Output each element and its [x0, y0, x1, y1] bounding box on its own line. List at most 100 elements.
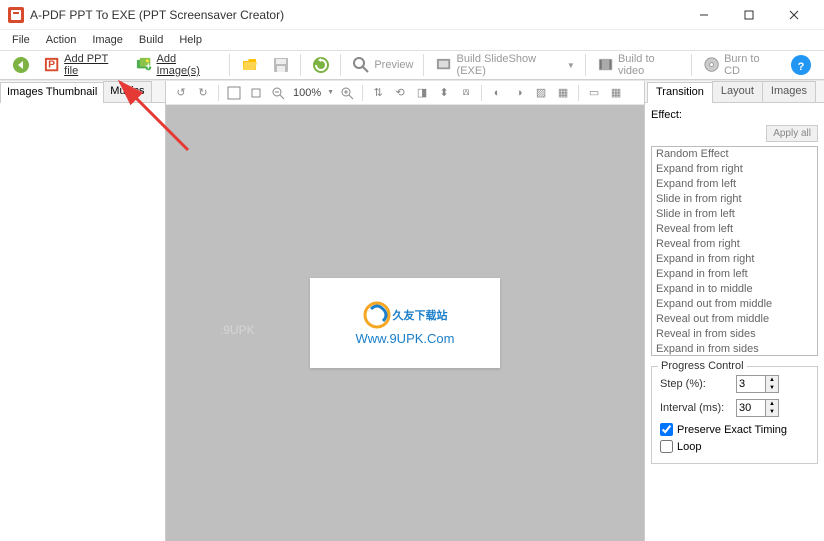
- separator: [578, 85, 579, 101]
- rotate-left-button[interactable]: ↺: [172, 84, 190, 102]
- effect-item[interactable]: Expand from left: [652, 177, 817, 192]
- right-panel: Transition Layout Images Effect: Apply a…: [644, 81, 824, 541]
- loop-label: Loop: [677, 441, 701, 453]
- step-up-icon[interactable]: ▲: [766, 376, 778, 384]
- toolbar-separator: [340, 54, 342, 76]
- separator: [481, 85, 482, 101]
- images-icon: +: [135, 56, 152, 74]
- effect-item[interactable]: Slide in from right: [652, 192, 817, 207]
- dropdown-arrow-icon: ▼: [567, 61, 575, 70]
- apply-all-button[interactable]: Apply all: [766, 125, 818, 142]
- loop-checkbox[interactable]: [660, 440, 673, 453]
- effect-item[interactable]: Slide in from left: [652, 207, 817, 222]
- effect-item[interactable]: Expand out from middle: [652, 297, 817, 312]
- tab-images[interactable]: Images: [762, 81, 816, 102]
- video-icon: [597, 56, 614, 74]
- logo-text: 久友下载站: [363, 301, 448, 329]
- zoom-in-button[interactable]: [338, 84, 356, 102]
- logo-placeholder: 久友下载站 Www.9UPK.Com: [310, 278, 500, 368]
- add-ppt-label: Add PPT file: [64, 53, 122, 77]
- canvas[interactable]: .9UPK 久友下载站 Www.9UPK.Com: [166, 105, 644, 541]
- effect-label: Effect:: [651, 109, 682, 121]
- tab-layout[interactable]: Layout: [712, 81, 763, 102]
- minimize-button[interactable]: [681, 1, 726, 29]
- effect-item[interactable]: Reveal in from sides: [652, 327, 817, 342]
- effect-item[interactable]: Random Effect: [652, 147, 817, 162]
- menu-build[interactable]: Build: [131, 32, 171, 48]
- actual-size-button[interactable]: [247, 84, 265, 102]
- close-button[interactable]: [771, 1, 816, 29]
- zoom-dropdown-icon[interactable]: ▼: [327, 89, 334, 96]
- open-button[interactable]: [235, 53, 265, 77]
- preserve-timing-label: Preserve Exact Timing: [677, 424, 787, 436]
- ppt-icon: P: [43, 56, 60, 74]
- preview-label: Preview: [374, 59, 413, 71]
- effect-item[interactable]: Reveal out from middle: [652, 312, 817, 327]
- toolbar-separator: [691, 54, 693, 76]
- logo-globe-icon: [363, 301, 391, 329]
- toolbar-separator: [300, 54, 302, 76]
- effect-item[interactable]: Expand in to middle: [652, 282, 817, 297]
- preserve-timing-checkbox[interactable]: [660, 423, 673, 436]
- menu-file[interactable]: File: [4, 32, 38, 48]
- app-icon: [8, 7, 24, 23]
- rotate-right-button[interactable]: ↻: [194, 84, 212, 102]
- maximize-button[interactable]: [726, 1, 771, 29]
- effect-item[interactable]: Expand in from left: [652, 267, 817, 282]
- burn-cd-label: Burn to CD: [724, 53, 776, 77]
- preview-button[interactable]: Preview: [346, 53, 419, 77]
- tool-2[interactable]: ⟲: [391, 84, 409, 102]
- effect-item[interactable]: Reveal from right: [652, 237, 817, 252]
- build-video-label: Build to video: [618, 53, 681, 77]
- fit-button[interactable]: [225, 84, 243, 102]
- tab-images-thumbnail[interactable]: Images Thumbnail: [0, 82, 104, 103]
- transition-panel: Effect: Apply all Random Effect Expand f…: [645, 103, 824, 541]
- contrast-button[interactable]: ◑: [510, 84, 528, 102]
- step-input[interactable]: [736, 375, 766, 393]
- brightness-button[interactable]: ◐: [488, 84, 506, 102]
- zoom-out-button[interactable]: [269, 84, 287, 102]
- progress-control-group: Progress Control Step (%): ▲▼ Interval (…: [651, 366, 818, 464]
- build-video-button[interactable]: Build to video: [591, 50, 687, 80]
- right-tabs: Transition Layout Images: [645, 81, 824, 103]
- effect-list[interactable]: Random Effect Expand from right Expand f…: [651, 146, 818, 356]
- tool-1[interactable]: ⇅: [369, 84, 387, 102]
- step-down-icon[interactable]: ▼: [766, 384, 778, 392]
- tool-4[interactable]: ⬍: [435, 84, 453, 102]
- menu-action[interactable]: Action: [38, 32, 85, 48]
- slideshow-icon: [435, 56, 452, 74]
- crop-button[interactable]: ⟎: [457, 84, 475, 102]
- interval-up-icon[interactable]: ▲: [766, 400, 778, 408]
- help-button[interactable]: ?: [784, 51, 818, 79]
- effect-item[interactable]: Reveal from left: [652, 222, 817, 237]
- step-spinner[interactable]: ▲▼: [736, 375, 779, 393]
- save-icon: [272, 56, 290, 74]
- tab-transition[interactable]: Transition: [647, 82, 713, 103]
- effect-item[interactable]: Expand in from right: [652, 252, 817, 267]
- grid-button[interactable]: ▦: [607, 84, 625, 102]
- page-button[interactable]: ▭: [585, 84, 603, 102]
- logo-url: Www.9UPK.Com: [356, 331, 455, 346]
- effect-item[interactable]: Expand in from sides: [652, 342, 817, 356]
- add-ppt-button[interactable]: P Add PPT file: [37, 50, 128, 80]
- nav-button[interactable]: [6, 53, 36, 77]
- add-images-button[interactable]: + Add Image(s): [129, 50, 225, 80]
- build-slideshow-button[interactable]: Build SlideShow (EXE) ▼: [429, 50, 580, 80]
- tab-musics[interactable]: Musics: [103, 81, 151, 102]
- refresh-button[interactable]: [306, 53, 336, 77]
- save-button[interactable]: [266, 53, 296, 77]
- toolbar-separator: [423, 54, 425, 76]
- effect-2[interactable]: ▦: [554, 84, 572, 102]
- tool-3[interactable]: ◨: [413, 84, 431, 102]
- separator: [362, 85, 363, 101]
- interval-input[interactable]: [736, 399, 766, 417]
- effect-item[interactable]: Expand from right: [652, 162, 817, 177]
- interval-spinner[interactable]: ▲▼: [736, 399, 779, 417]
- left-tabs: Images Thumbnail Musics: [0, 81, 165, 103]
- effect-1[interactable]: ▨: [532, 84, 550, 102]
- interval-down-icon[interactable]: ▼: [766, 408, 778, 416]
- zoom-level[interactable]: 100%: [291, 87, 323, 99]
- burn-cd-button[interactable]: Burn to CD: [697, 50, 782, 80]
- menu-image[interactable]: Image: [84, 32, 131, 48]
- menu-help[interactable]: Help: [171, 32, 210, 48]
